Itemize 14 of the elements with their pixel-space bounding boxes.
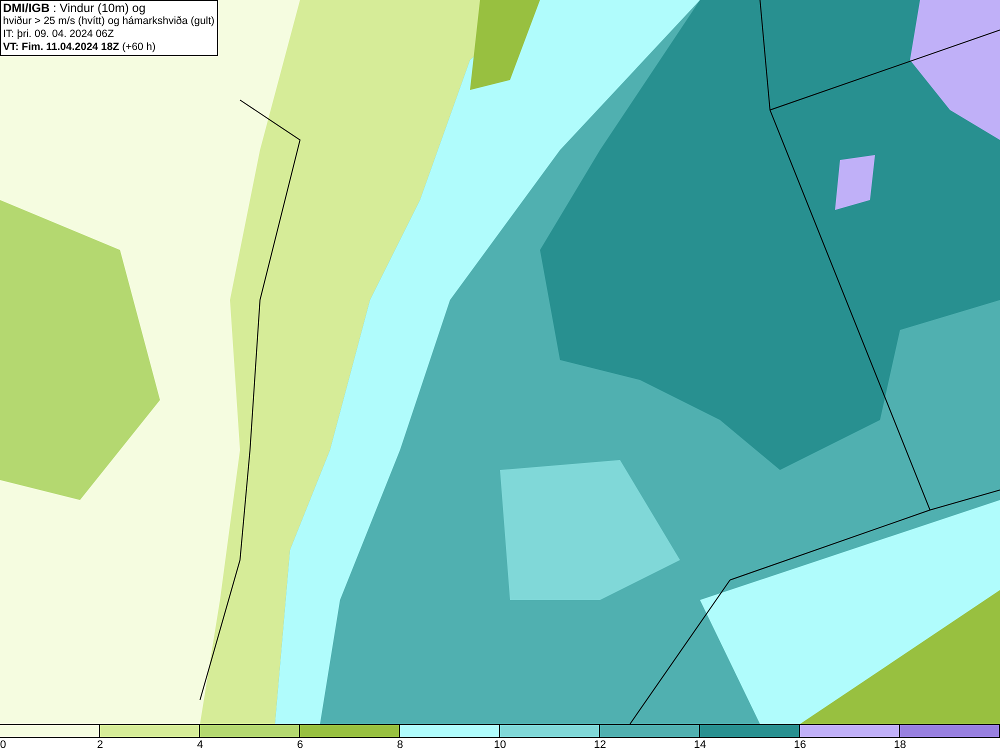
legend-tick-label: 14	[694, 738, 706, 752]
legend-tick-label: 6	[296, 738, 304, 752]
legend-tick-label: 10	[494, 738, 506, 752]
legend-tick-label: 18	[894, 738, 906, 752]
legend-tick-label: 16	[794, 738, 806, 752]
legend-tick-label: 8	[396, 738, 404, 752]
title-line: DMI/IGB : Vindur (10m) og	[3, 2, 146, 15]
title-line: IT: þri. 09. 04. 2024 06Z	[3, 28, 115, 41]
title-line: VT: Fim. 11.04.2024 18Z (+60 h)	[3, 41, 157, 54]
title-line: hviður > 25 m/s (hvítt) og hámarkshviða (gult)	[3, 15, 215, 28]
legend-tick-label: 4	[196, 738, 204, 752]
legend-tick-label: 0	[0, 738, 6, 752]
legend-tick-label: 12	[594, 738, 606, 752]
legend-tick-label: 2	[96, 738, 104, 752]
